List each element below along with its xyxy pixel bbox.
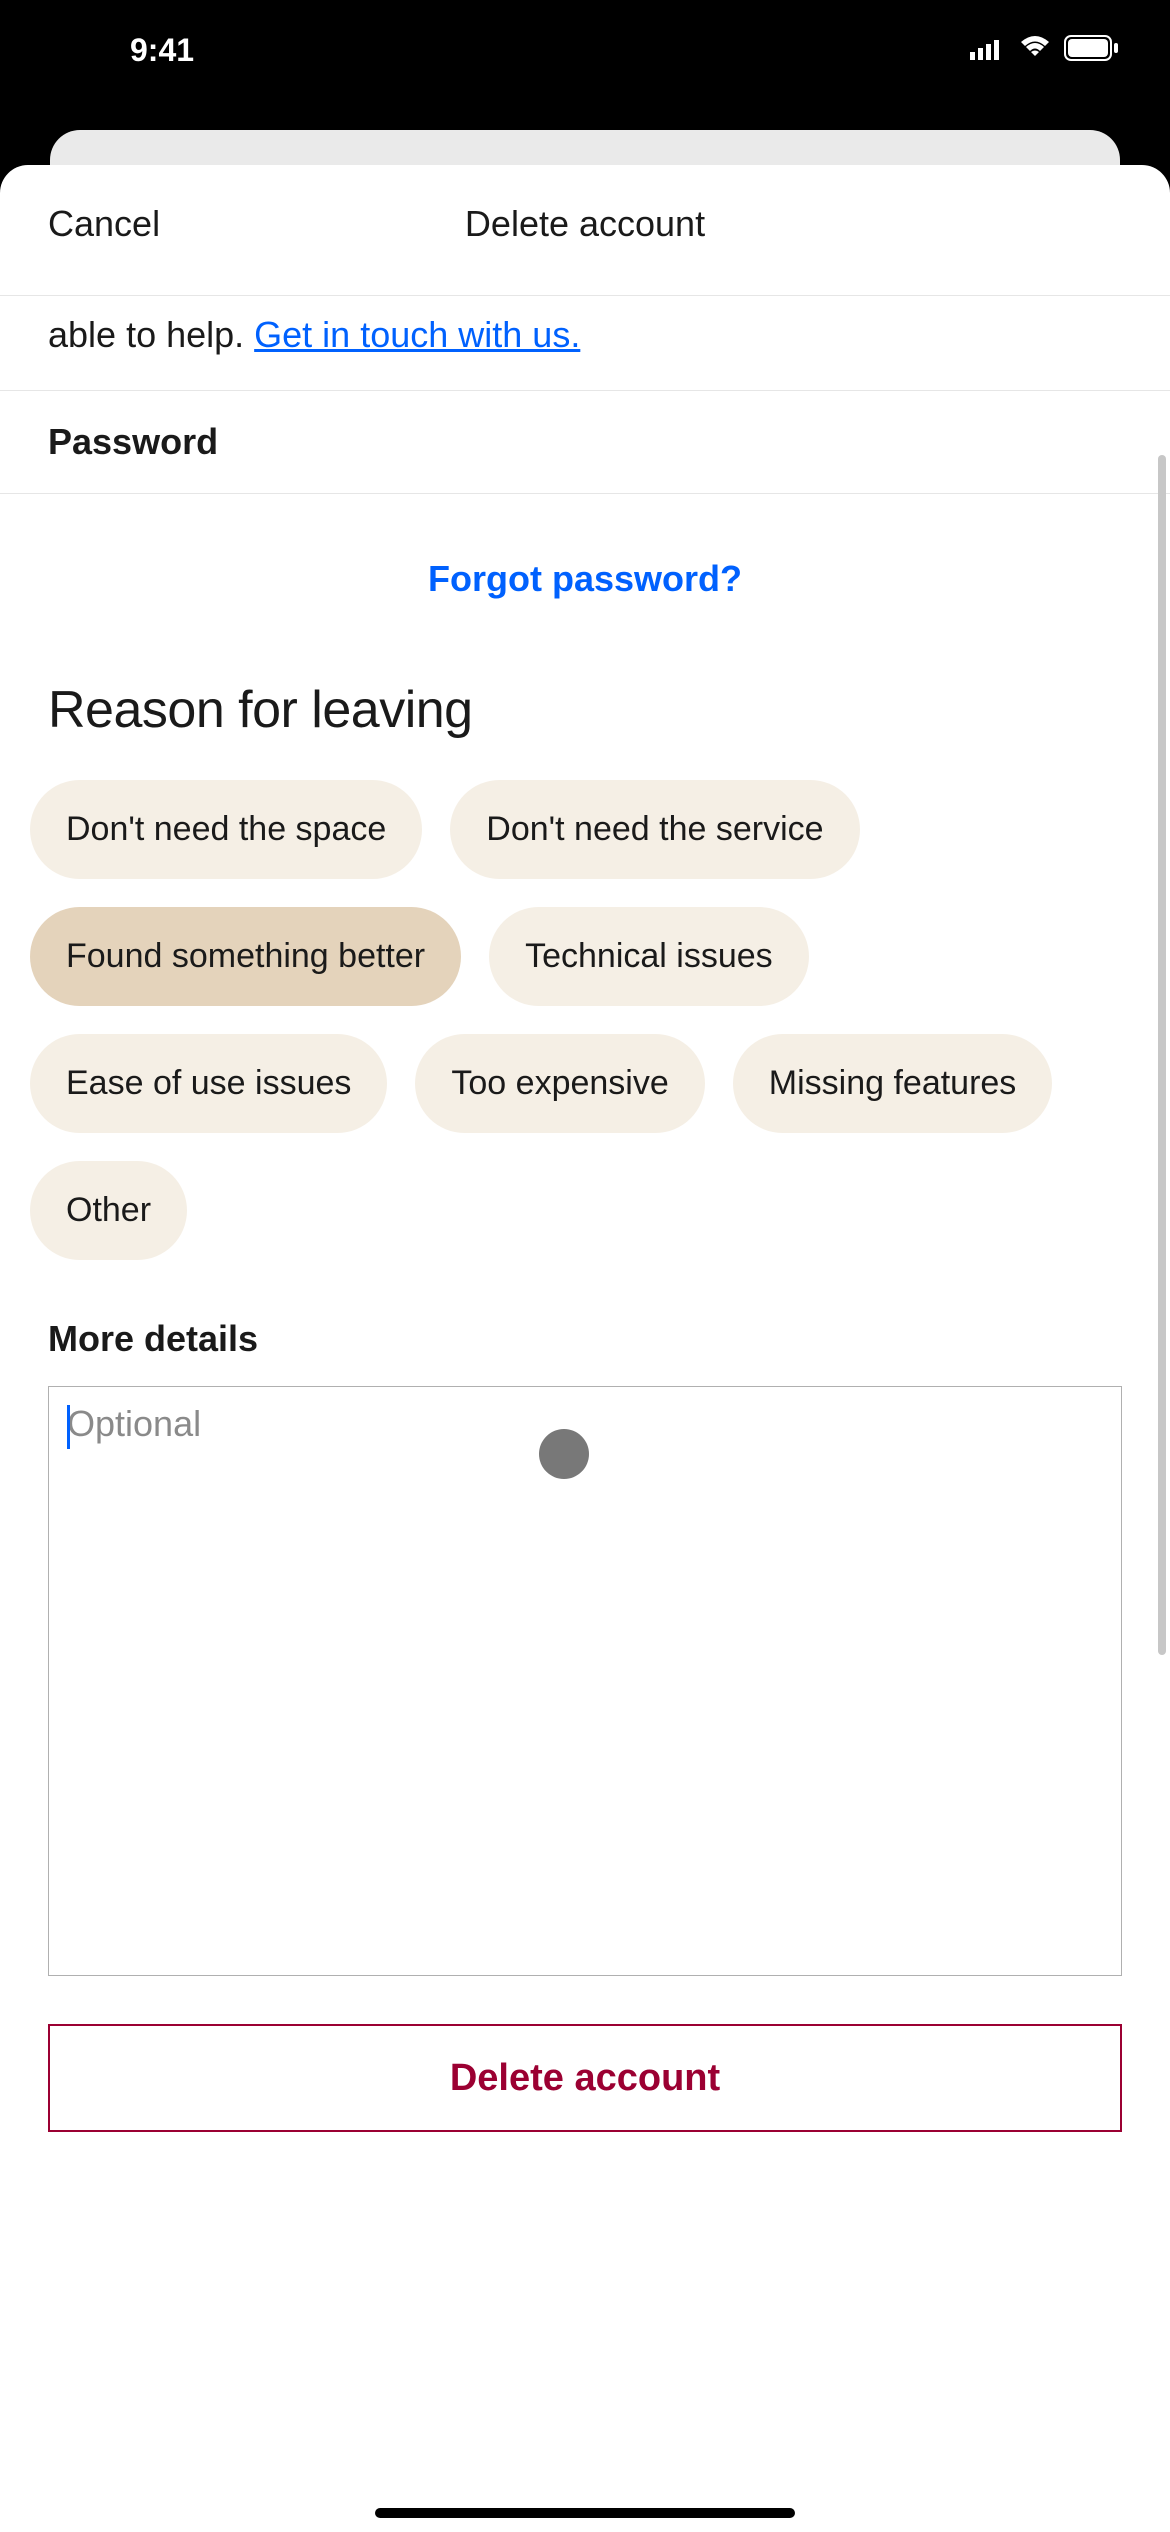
reason-chip[interactable]: Too expensive [415, 1034, 704, 1133]
reason-chips: Don't need the space Don't need the servi… [0, 770, 1170, 1300]
reason-chip[interactable]: Missing features [733, 1034, 1053, 1133]
modal-title: Delete account [465, 203, 705, 245]
cursor-indicator-icon [539, 1429, 589, 1479]
home-indicator[interactable] [375, 2508, 795, 2518]
modal-header: Cancel Delete account [0, 165, 1170, 295]
cellular-icon [970, 36, 1006, 65]
password-field-row[interactable]: Password [0, 391, 1170, 494]
status-icons [970, 35, 1120, 66]
scroll-indicator[interactable] [1158, 455, 1166, 1655]
reason-chip[interactable]: Other [30, 1161, 187, 1260]
cancel-button[interactable]: Cancel [48, 203, 160, 245]
reason-chip[interactable]: Technical issues [489, 907, 809, 1006]
more-details-box[interactable] [48, 1386, 1122, 1976]
status-time: 9:41 [50, 32, 194, 69]
modal-body[interactable]: able to help. Get in touch with us. Pass… [0, 295, 1170, 2132]
reason-heading: Reason for leaving [0, 680, 1170, 770]
wifi-icon [1018, 36, 1052, 65]
reason-chip[interactable]: Ease of use issues [30, 1034, 387, 1133]
password-label: Password [48, 421, 1122, 463]
more-details-label: More details [0, 1300, 1170, 1386]
text-caret [67, 1405, 70, 1449]
delete-account-button[interactable]: Delete account [48, 2024, 1122, 2132]
forgot-password-link[interactable]: Forgot password? [428, 558, 742, 600]
forgot-password-row: Forgot password? [0, 494, 1170, 680]
help-text-row: able to help. Get in touch with us. [0, 295, 1170, 391]
battery-icon [1064, 35, 1120, 66]
reason-chip[interactable]: Don't need the service [450, 780, 859, 879]
status-bar: 9:41 [0, 0, 1170, 100]
help-text-prefix: able to help. [48, 314, 254, 355]
reason-chip[interactable]: Don't need the space [30, 780, 422, 879]
modal-sheet: Cancel Delete account able to help. Get … [0, 165, 1170, 2532]
reason-chip[interactable]: Found something better [30, 907, 461, 1006]
help-contact-link[interactable]: Get in touch with us. [254, 314, 580, 355]
